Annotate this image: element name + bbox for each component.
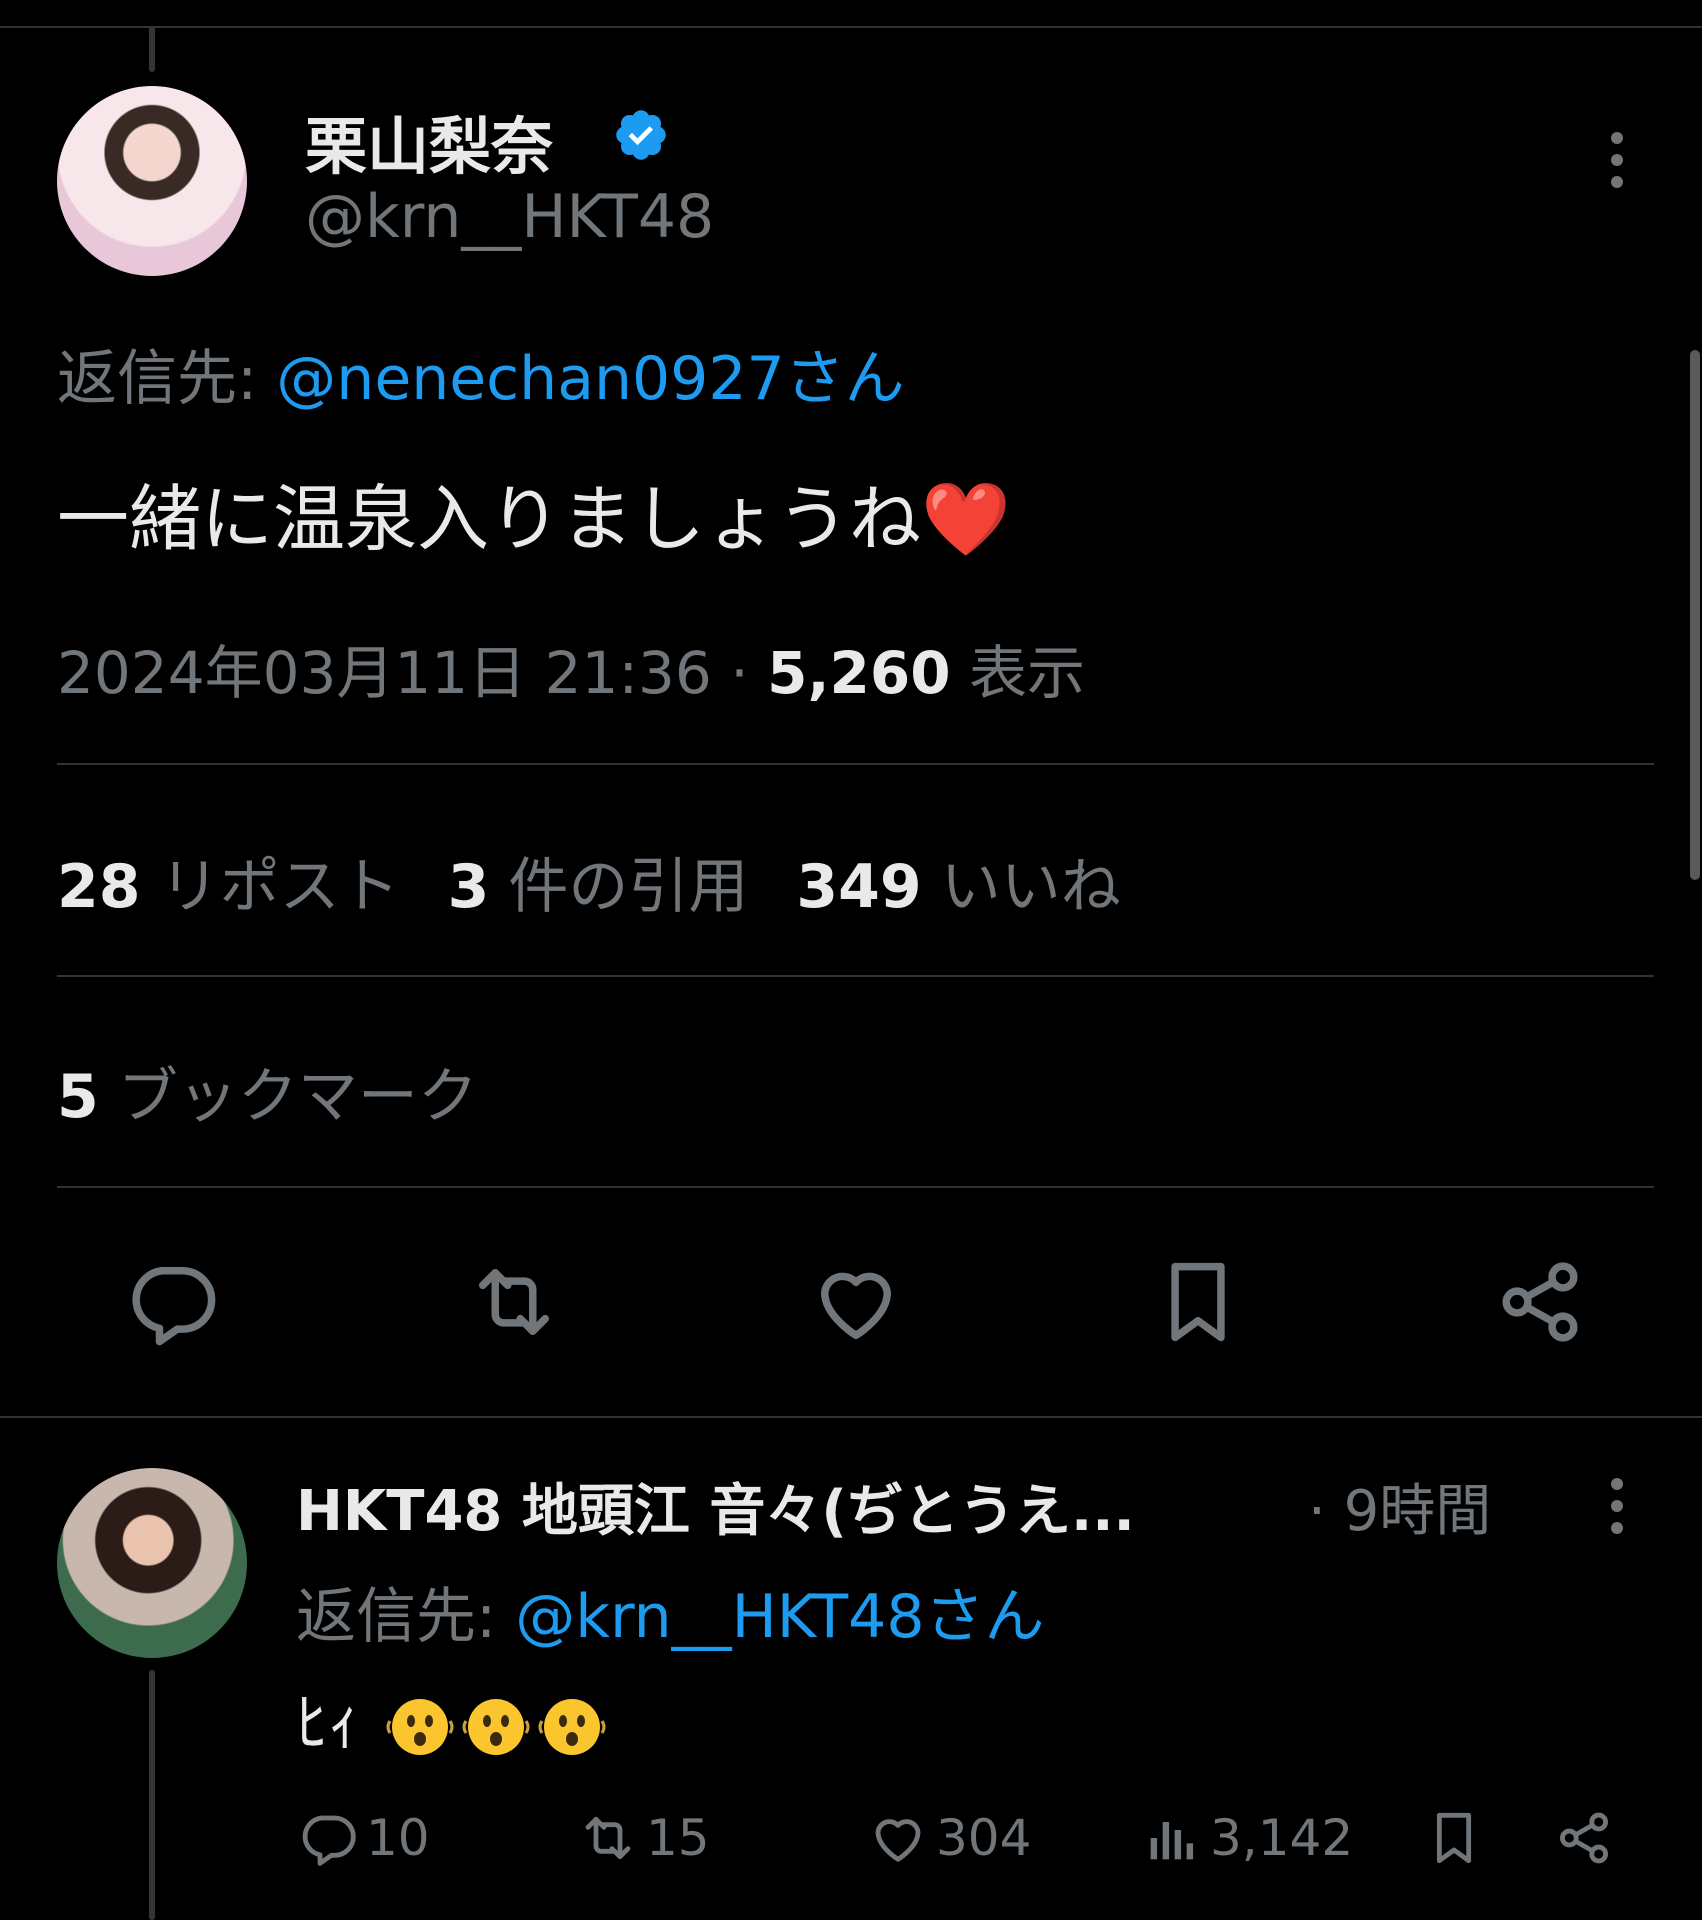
handle[interactable]: @krn__HKT48 [305,182,714,252]
shaking-face-emoji [536,1691,608,1763]
views-icon [1150,1822,1194,1860]
share-icon [1560,1812,1608,1864]
more-icon[interactable] [1602,1476,1632,1536]
reply-icon[interactable] [122,1252,222,1352]
more-icon[interactable] [1602,130,1632,190]
tweet-meta: 2024年03月11日 21:36 · 5,260 表示 [57,626,1085,710]
top-divider [0,26,1702,28]
retweet-icon[interactable] [464,1252,564,1352]
likes-stat[interactable]: 349 いいね [796,852,1120,922]
reply-icon [302,1815,356,1866]
section-divider [0,1416,1702,1418]
like-count: 304 [936,1809,1032,1867]
bookmarks-count: 5 [57,1062,99,1132]
reply-to-mention[interactable]: @krn__HKT48さん [515,1582,1044,1652]
reply-text-content: ﾋｨ [296,1687,360,1761]
reply-timestamp[interactable]: · 9時間 [1308,1466,1491,1547]
tweet-text-content: 一緒に温泉入りましょうね [57,477,922,561]
reply-prefix: 返信先: [296,1582,516,1652]
reply-display-name[interactable]: HKT48 地頭江 音々(ぢとうえ... [296,1466,1135,1547]
divider [57,763,1654,765]
reply-count: 10 [366,1809,430,1867]
scrollbar[interactable] [1690,350,1700,880]
heart-emoji: ❤️ [921,477,1011,561]
views-label: 表示 [950,639,1086,707]
retweet-action[interactable]: 15 [576,1806,710,1870]
bookmarks-label: ブックマーク [98,1062,478,1132]
quotes-count: 3 [447,852,490,922]
thread-line [149,1670,155,1920]
reposts-label: リポスト [140,852,400,922]
retweet-icon [585,1816,631,1860]
avatar[interactable] [57,86,247,276]
repost-count: 15 [646,1809,710,1867]
bookmark-action[interactable] [1422,1806,1492,1870]
like-icon [875,1819,921,1862]
reply-prefix: 返信先: [57,344,277,414]
share-action[interactable] [1552,1806,1622,1870]
divider [57,975,1654,977]
display-name[interactable]: 栗山梨奈 [305,96,553,186]
bookmarks-stat[interactable]: 5 ブックマーク [57,1048,478,1135]
bookmark-icon[interactable] [1148,1252,1248,1352]
shaking-face-emoji [384,1691,456,1763]
view-count: 3,142 [1210,1809,1354,1867]
reposts-stat[interactable]: 28 リポスト [57,852,400,922]
thread-line [149,26,155,72]
views-action[interactable]: 3,142 [1140,1806,1353,1870]
tweet-text: 一緒に温泉入りましょうね❤️ [57,460,1011,565]
views-count: 5,260 [767,639,951,707]
quotes-label: 件の引用 [489,852,749,922]
reply-text: ﾋｨ [296,1672,608,1764]
reposts-count: 28 [57,852,141,922]
shaking-face-emoji [460,1691,532,1763]
tweet-date[interactable]: 2024年03月11日 21:36 [57,639,712,707]
like-icon[interactable] [806,1252,906,1352]
verified-badge-icon [612,106,670,164]
likes-label: いいね [921,852,1121,922]
reply-to-line: 返信先: @nenechan0927さん [57,330,905,417]
divider [57,1186,1654,1188]
likes-count: 349 [796,852,922,922]
bookmark-icon [1436,1812,1472,1864]
like-action[interactable]: 304 [866,1806,1031,1870]
share-icon[interactable] [1490,1252,1590,1352]
engagement-stats: 28 リポスト 3 件の引用 349 いいね [57,838,1169,925]
reply-to-line: 返信先: @krn__HKT48さん [296,1568,1045,1655]
quotes-stat[interactable]: 3 件の引用 [448,852,749,922]
reply-action[interactable]: 10 [296,1806,430,1870]
meta-dot: · [711,639,768,707]
reply-avatar[interactable] [57,1468,247,1658]
reply-to-mention[interactable]: @nenechan0927さん [276,344,904,414]
